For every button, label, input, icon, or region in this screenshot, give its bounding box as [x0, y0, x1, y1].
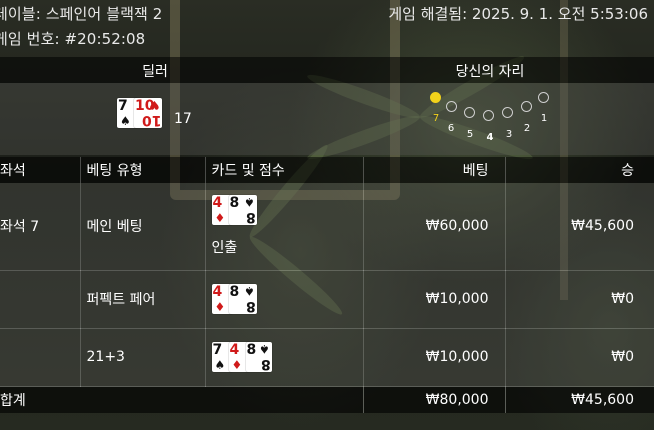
seat-number: 2	[523, 123, 531, 134]
card-rank: 4	[212, 284, 223, 300]
player-hand: 7 ♠ 4 ♦ 8 ♠ 8	[211, 339, 363, 375]
seat-number: 6	[447, 123, 455, 134]
bets-table: 좌석 베팅 유형 카드 및 점수 베팅 승 좌석 7 메인 베팅 4 ♦ 8 ♠	[0, 157, 654, 413]
diamond-icon: ♦	[214, 300, 226, 314]
card-rank: 4	[212, 195, 223, 212]
hand-outcome: 인출	[211, 240, 238, 257]
dealer-hand: 7 ♠ 10 ♥ 10	[117, 98, 167, 134]
seat-number: 4	[486, 132, 494, 143]
your-seat-label: 당신의 자리	[455, 64, 525, 80]
spade-icon: ♠	[243, 284, 255, 298]
total-bet-amount: ₩80,000	[363, 386, 506, 413]
dealer-seat-panel: 7 ♠ 10 ♥ 10 17 7 6 5 4 3 2 1	[0, 83, 654, 155]
card-rank-inverted: 8	[260, 356, 271, 372]
diamond-icon: ♦	[231, 358, 243, 372]
player-hand: 4 ♦ 8 ♠ 8	[211, 195, 363, 231]
resolved-time: 게임 해결됨: 2025. 9. 1. 오전 5:53:06	[388, 5, 648, 23]
seat-marker	[483, 110, 494, 121]
spade-icon: ♠	[120, 114, 131, 128]
total-empty	[80, 386, 205, 413]
card-rank: 8	[246, 342, 257, 358]
spade-icon: ♠	[243, 195, 255, 210]
total-win-amount: ₩45,600	[505, 386, 654, 413]
card-rank-inverted: 8	[245, 209, 256, 226]
row-seat	[0, 270, 81, 329]
row-win-amount: ₩0	[505, 328, 654, 387]
total-row: 합계 ₩80,000 ₩45,600	[0, 386, 654, 413]
row-cards: 4 ♦ 8 ♠ 8 인출	[205, 183, 364, 271]
seat-number: 1	[540, 113, 548, 124]
table-header-row: 좌석 베팅 유형 카드 및 점수 베팅 승	[0, 157, 654, 183]
player-card: 8 ♠ 8	[245, 342, 272, 372]
seat-number: 5	[466, 129, 474, 140]
row-cards: 7 ♠ 4 ♦ 8 ♠ 8	[205, 328, 364, 387]
total-empty	[205, 386, 364, 413]
row-win-amount: ₩0	[505, 270, 654, 329]
seat-marker	[521, 101, 532, 112]
seat-marker	[538, 92, 549, 103]
card-rank-inverted: 8	[245, 298, 256, 314]
total-label: 합계	[0, 386, 80, 413]
card-rank-inverted: 10	[141, 112, 161, 128]
row-cards: 4 ♦ 8 ♠ 8	[205, 270, 364, 329]
row-seat: 좌석 7	[0, 183, 81, 271]
section-header: 딜러 당신의 자리	[0, 57, 654, 83]
col-bet-type: 베팅 유형	[80, 157, 206, 183]
row-win-amount: ₩45,600	[505, 183, 654, 271]
table-row: 퍼펙트 페어 4 ♦ 8 ♠ 8 ₩10,000 ₩0	[0, 270, 654, 329]
dealer-card: 10 ♥ 10	[134, 98, 162, 128]
spade-icon: ♠	[258, 342, 270, 356]
player-card: 8 ♠ 8	[228, 195, 257, 226]
card-rank: 8	[229, 195, 240, 212]
card-rank: 8	[229, 284, 240, 300]
col-win: 승	[505, 157, 654, 183]
card-rank: 7	[212, 342, 223, 358]
player-card: 8 ♠ 8	[228, 284, 257, 314]
col-cards-score: 카드 및 점수	[205, 157, 364, 183]
col-seat: 좌석	[0, 157, 81, 183]
table-row: 21+3 7 ♠ 4 ♦ 8 ♠ 8 ₩10,000 ₩0	[0, 328, 654, 387]
table-row: 좌석 7 메인 베팅 4 ♦ 8 ♠ 8 인출 ₩60,000 ₩45,600	[0, 183, 654, 271]
game-number: 게임 번호: #20:52:08	[0, 30, 146, 48]
diamond-icon: ♦	[214, 211, 226, 226]
row-bet-amount: ₩10,000	[363, 270, 506, 329]
row-seat	[0, 328, 81, 387]
row-bet-type: 메인 베팅	[80, 183, 206, 271]
seat-number: 7	[432, 113, 440, 124]
card-rank: 7	[118, 98, 128, 114]
seat-number: 3	[505, 129, 513, 140]
seat-marker	[464, 107, 475, 118]
seat-marker-active	[430, 92, 441, 103]
row-bet-type: 21+3	[80, 328, 206, 387]
spade-icon: ♠	[214, 358, 226, 372]
seat-marker	[446, 101, 457, 112]
row-bet-amount: ₩10,000	[363, 328, 506, 387]
table-name: 테이블: 스페인어 블랙잭 2	[0, 5, 163, 23]
player-hand: 4 ♦ 8 ♠ 8	[211, 281, 363, 317]
row-bet-type: 퍼펙트 페어	[80, 270, 206, 329]
card-rank: 4	[229, 342, 240, 358]
dealer-score: 17	[174, 111, 192, 127]
seat-marker	[502, 107, 513, 118]
heart-icon: ♥	[149, 98, 160, 112]
dealer-label: 딜러	[142, 64, 168, 80]
row-bet-amount: ₩60,000	[363, 183, 506, 271]
col-bet: 베팅	[363, 157, 506, 183]
